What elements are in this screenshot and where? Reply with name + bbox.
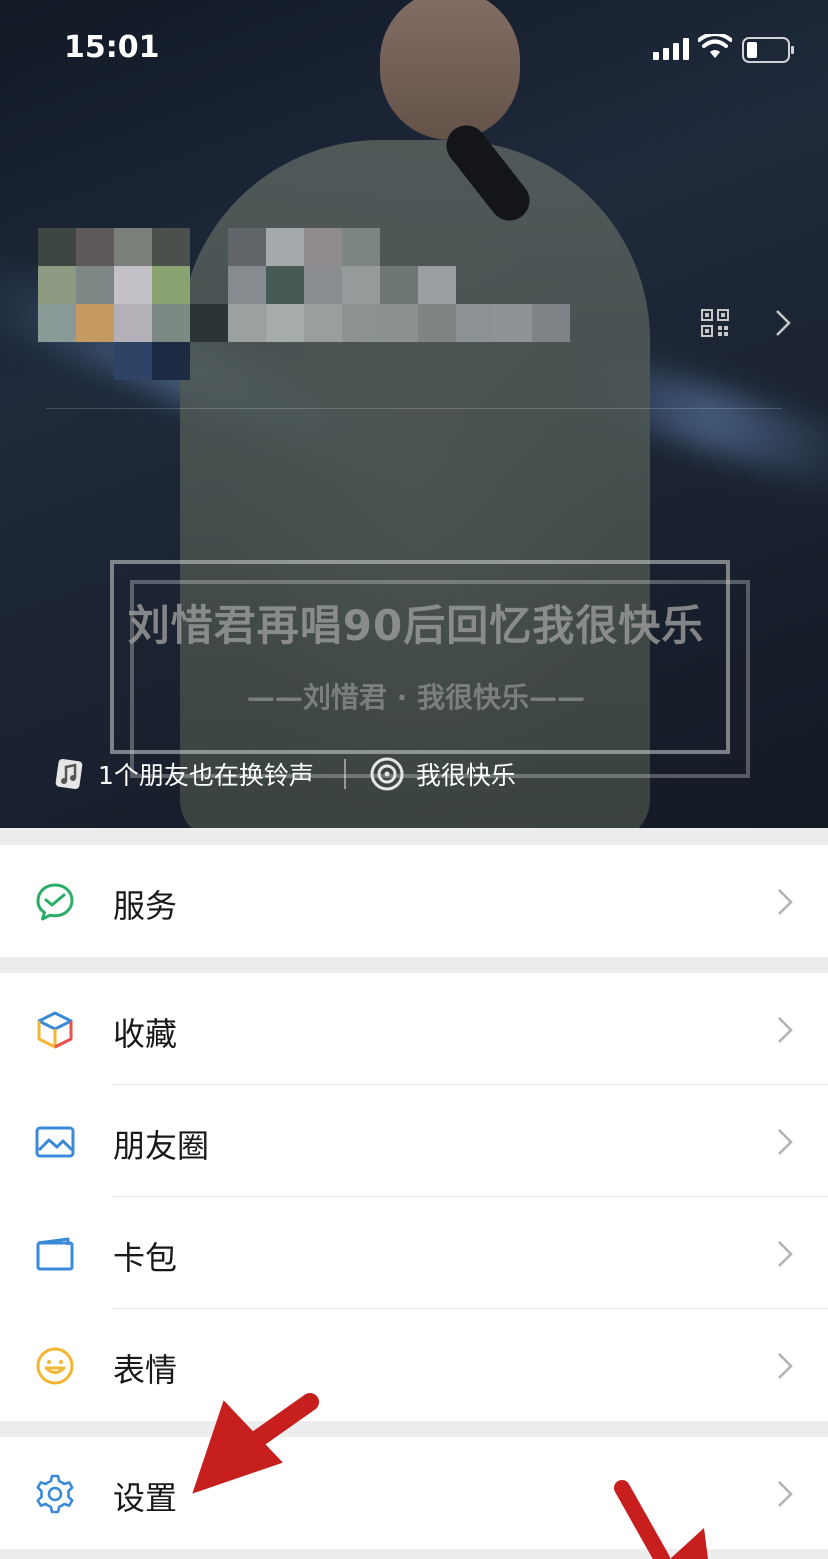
cellular-signal-icon	[653, 38, 689, 60]
status-bar: 15:01	[0, 0, 828, 100]
chevron-right-icon[interactable]	[774, 308, 792, 338]
sticker-smiley-icon	[36, 1347, 74, 1385]
ringtone-info[interactable]: 1个朋友也在换铃声 我很快乐	[52, 752, 516, 796]
profile-header[interactable]: 15:01 刘惜君再唱90后回忆我很快乐 ——刘惜君 · 我很快乐—— 1个朋友…	[0, 0, 828, 828]
qr-code-icon[interactable]	[700, 308, 730, 338]
wifi-icon	[698, 34, 732, 58]
menu-item-label: 设置	[113, 1479, 178, 1517]
ringtone-friends-text: 1个朋友也在换铃声	[98, 761, 314, 790]
menu-item-card-wallet[interactable]: 卡包	[0, 1197, 828, 1309]
menu-item-label: 表情	[113, 1351, 178, 1389]
music-disc-icon	[370, 757, 404, 791]
caption-frame	[110, 560, 730, 754]
menu-group-services: 服务	[0, 845, 828, 957]
divider	[343, 759, 346, 789]
menu-group-main: 收藏 朋友圈 卡包 表情	[0, 973, 828, 1421]
annotation-arrow-icon	[192, 1393, 319, 1494]
menu-item-label: 朋友圈	[113, 1127, 210, 1165]
battery-icon	[742, 37, 794, 63]
menu-item-moments[interactable]: 朋友圈	[0, 1085, 828, 1197]
service-icon	[36, 883, 74, 921]
menu-item-label: 服务	[113, 887, 178, 925]
annotation-arrow-icon	[614, 1480, 708, 1559]
moments-image-icon	[35, 1126, 75, 1158]
status-time: 15:01	[64, 30, 160, 65]
video-caption-title: 刘惜君再唱90后回忆我很快乐	[127, 601, 705, 650]
divider	[46, 408, 782, 409]
ringtone-note-icon	[55, 758, 83, 790]
favorites-cube-icon	[37, 1011, 73, 1049]
chevron-right-icon	[778, 1353, 793, 1379]
chevron-right-icon	[778, 889, 793, 915]
menu-item-stickers[interactable]: 表情	[0, 1309, 828, 1421]
ringtone-song-name[interactable]: 我很快乐	[416, 756, 516, 792]
video-caption-subtitle: ——刘惜君 · 我很快乐——	[246, 681, 586, 714]
menu-item-favorites[interactable]: 收藏	[0, 973, 828, 1085]
avatar-name-mosaic[interactable]	[38, 228, 570, 380]
chevron-right-icon	[778, 1017, 793, 1043]
chevron-right-icon	[778, 1129, 793, 1155]
menu-item-label: 卡包	[113, 1239, 178, 1277]
chevron-right-icon	[778, 1241, 793, 1267]
chevron-right-icon	[778, 1481, 793, 1507]
card-wallet-icon	[36, 1237, 74, 1271]
menu-item-services[interactable]: 服务	[0, 845, 828, 957]
menu-item-label: 收藏	[113, 1015, 178, 1053]
gear-icon	[36, 1474, 74, 1514]
